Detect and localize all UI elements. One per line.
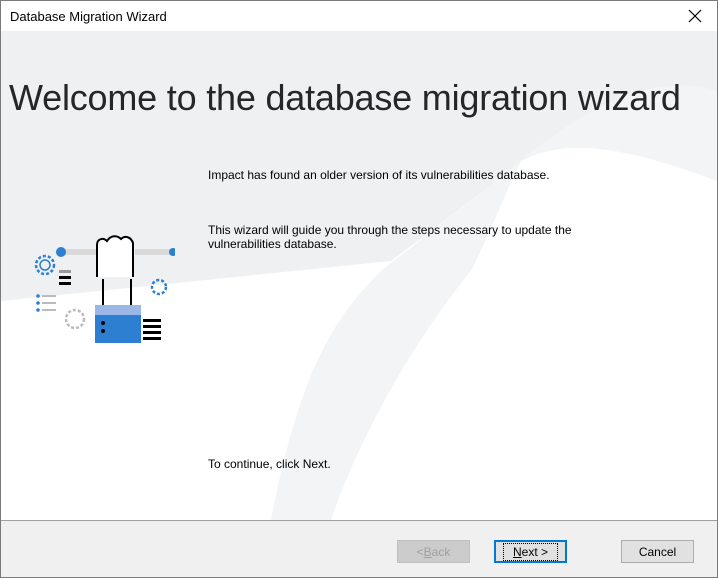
back-accesskey: B <box>423 544 432 559</box>
back-label-suffix: ack <box>431 544 451 559</box>
wizard-illustration <box>34 235 175 343</box>
guide-paragraph: This wizard will guide you through the s… <box>208 223 572 251</box>
wizard-window: Database Migration Wizard Welcome to the… <box>0 0 718 578</box>
page-heading: Welcome to the database migration wizard <box>9 77 681 118</box>
intro-paragraph: Impact has found an older version of its… <box>208 168 550 182</box>
window-title: Database Migration Wizard <box>10 9 167 24</box>
next-accesskey: N <box>512 544 522 559</box>
continue-instruction: To continue, click Next. <box>208 457 331 471</box>
back-label-prefix: < <box>416 544 424 559</box>
next-button[interactable]: Next > <box>494 540 567 563</box>
back-button[interactable]: < Back <box>397 540 470 563</box>
wizard-content: Welcome to the database migration wizard… <box>1 31 717 520</box>
button-bar: < Back Next > Cancel <box>1 520 717 577</box>
title-bar: Database Migration Wizard <box>1 1 717 31</box>
close-button[interactable] <box>673 1 717 31</box>
close-icon <box>688 9 702 23</box>
next-label: Next > <box>502 542 559 561</box>
cancel-button[interactable]: Cancel <box>621 540 694 563</box>
next-label-suffix: ext > <box>521 544 549 559</box>
